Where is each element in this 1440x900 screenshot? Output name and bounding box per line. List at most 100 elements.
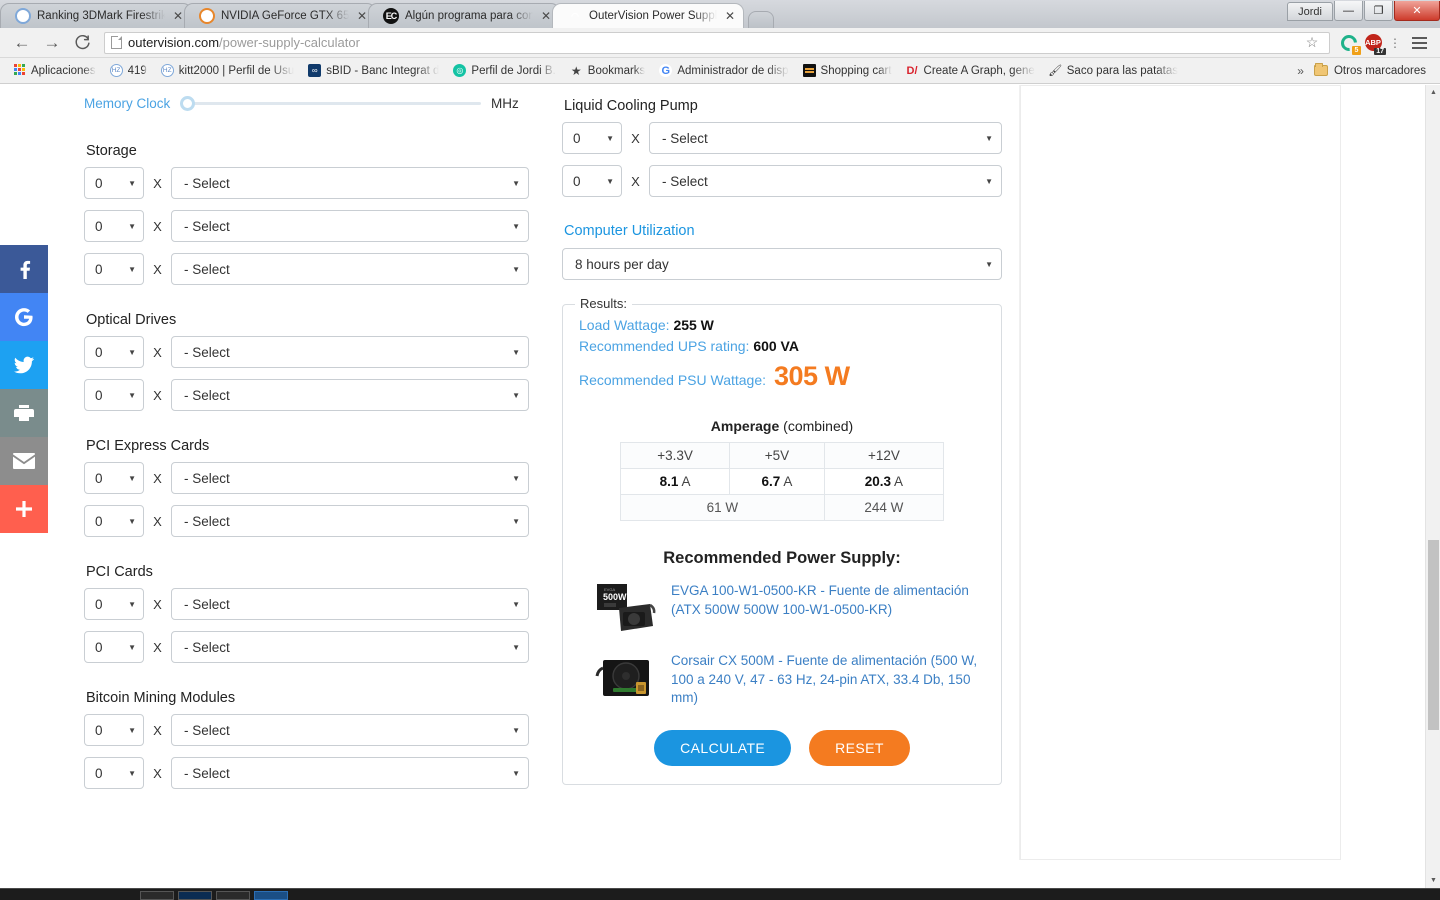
close-icon[interactable]: ✕ — [355, 10, 369, 22]
pump-qty-2[interactable]: 0 ▼ — [562, 165, 622, 197]
bookmark-419[interactable]: HZ 419 — [103, 61, 154, 81]
minimize-button[interactable]: — — [1334, 1, 1363, 21]
bookmark-perfil-jordi[interactable]: ◎ Perfil de Jordi B. — [446, 61, 562, 81]
product-link[interactable]: EVGA 100-W1-0500-KR - Fuente de alimenta… — [671, 582, 985, 619]
browser-tab-1[interactable]: ≡ NVIDIA GeForce GTX 650 ✕ — [184, 3, 376, 28]
slider-handle[interactable] — [180, 95, 196, 111]
qty-value: 0 — [573, 173, 581, 189]
pcie-qty-1[interactable]: 0 ▼ — [84, 462, 144, 494]
results-legend: Results: — [575, 296, 632, 311]
taskbar-item[interactable] — [178, 891, 212, 900]
pcie-select-2[interactable]: - Select ▼ — [171, 505, 529, 537]
pump-qty-1[interactable]: 0 ▼ — [562, 122, 622, 154]
bitcoin-select-1[interactable]: - Select ▼ — [171, 714, 529, 746]
close-window-button[interactable]: ✕ — [1394, 1, 1440, 21]
optical-select-1[interactable]: - Select ▼ — [171, 336, 529, 368]
load-wattage-label: Load Wattage: — [579, 317, 670, 333]
address-bar[interactable]: outervision.com/power-supply-calculator … — [104, 31, 1330, 54]
twitter-share-button[interactable] — [0, 341, 48, 389]
bookmark-shopping-cart[interactable]: Shopping cart — [796, 61, 899, 81]
vertical-scrollbar[interactable]: ▲ ▼ — [1425, 85, 1440, 888]
new-tab-button[interactable] — [748, 11, 774, 28]
taskbar-item[interactable] — [140, 891, 174, 900]
browser-tab-0[interactable]: HZ Ranking 3DMark Firestrike ✕ — [0, 3, 192, 28]
storage-select-1[interactable]: - Select ▼ — [171, 167, 529, 199]
other-bookmarks-folder[interactable]: Otros marcadores — [1313, 63, 1434, 77]
product-link[interactable]: Corsair CX 500M - Fuente de alimentación… — [671, 652, 985, 708]
bookmark-star-icon[interactable]: ☆ — [1301, 34, 1323, 51]
optical-row-2: 0 ▼ X - Select ▼ — [84, 379, 529, 411]
bookmark-saco-patatas[interactable]: 🖌 Saco para las patatas — [1042, 61, 1185, 81]
bookmarks-overflow-icon[interactable]: » — [1287, 64, 1314, 78]
back-icon[interactable]: ← — [8, 30, 36, 56]
chrome-menu-icon[interactable] — [1406, 36, 1432, 49]
bookmark-create-a-graph[interactable]: D/ Create A Graph, gene — [899, 61, 1042, 81]
tab-title: Ranking 3DMark Firestrike — [37, 10, 165, 22]
url-path: /power-supply-calculator — [219, 35, 360, 50]
optical-qty-2[interactable]: 0 ▼ — [84, 379, 144, 411]
pci-select-2[interactable]: - Select ▼ — [171, 631, 529, 663]
optical-row-1: 0 ▼ X - Select ▼ — [84, 336, 529, 368]
maximize-button[interactable]: ❐ — [1364, 1, 1393, 21]
bookmark-apps[interactable]: Aplicaciones — [6, 61, 103, 81]
email-share-button[interactable] — [0, 437, 48, 485]
pci-select-1[interactable]: - Select ▼ — [171, 588, 529, 620]
ghostery-extension-icon[interactable]: 5 — [1337, 31, 1361, 55]
computer-utilization-select[interactable]: 8 hours per day ▼ — [562, 248, 1002, 280]
chevron-down-icon: ▼ — [985, 176, 993, 186]
storage-qty-3[interactable]: 0 ▼ — [84, 253, 144, 285]
reset-button[interactable]: RESET — [809, 730, 910, 766]
bitcoin-select-2[interactable]: - Select ▼ — [171, 757, 529, 789]
other-bookmarks-label: Otros marcadores — [1333, 64, 1426, 77]
optical-qty-1[interactable]: 0 ▼ — [84, 336, 144, 368]
scrollbar-thumb[interactable] — [1428, 540, 1439, 730]
bookmark-kitt2000[interactable]: HZ kitt2000 | Perfil de Usu — [154, 61, 302, 81]
google-share-button[interactable] — [0, 293, 48, 341]
bookmark-label: Administrador de disp — [677, 64, 789, 77]
bookmark-label: 419 — [127, 64, 147, 77]
storage-select-2[interactable]: - Select ▼ — [171, 210, 529, 242]
multiplier-label: X — [153, 175, 162, 191]
print-share-button[interactable] — [0, 389, 48, 437]
corsair-psu-thumb — [595, 652, 657, 708]
amperage-table: +3.3V +5V +12V 8.1 A 6.7 A 20.3 A 61 W 2… — [619, 442, 945, 521]
browser-tab-2[interactable]: EC Algún programa para con ✕ — [368, 3, 560, 28]
bitcoin-qty-1[interactable]: 0 ▼ — [84, 714, 144, 746]
optical-select-2[interactable]: - Select ▼ — [171, 379, 529, 411]
bookmark-sbid[interactable]: ∞ sBID - Banc Integrat d — [301, 61, 446, 81]
close-icon[interactable]: ✕ — [171, 10, 185, 22]
pump-select-2[interactable]: - Select ▼ — [649, 165, 1002, 197]
memory-clock-slider[interactable] — [180, 95, 481, 111]
adblock-plus-extension-icon[interactable]: ABP 17 — [1362, 32, 1386, 55]
pcie-select-1[interactable]: - Select ▼ — [171, 462, 529, 494]
bitcoin-qty-2[interactable]: 0 ▼ — [84, 757, 144, 789]
bookmark-administrador[interactable]: G Administrador de disp — [652, 61, 795, 81]
taskbar-item[interactable] — [216, 891, 250, 900]
close-icon[interactable]: ✕ — [539, 10, 553, 22]
pcie-qty-2[interactable]: 0 ▼ — [84, 505, 144, 537]
storage-qty-2[interactable]: 0 ▼ — [84, 210, 144, 242]
facebook-share-button[interactable] — [0, 245, 48, 293]
bookmark-bookmarks[interactable]: ★ Bookmarks — [563, 61, 653, 81]
chevron-down-icon: ▼ — [606, 176, 614, 186]
scroll-up-icon[interactable]: ▲ — [1426, 85, 1440, 100]
reload-icon[interactable] — [68, 30, 96, 56]
multiplier-label: X — [153, 722, 162, 738]
forward-icon[interactable]: → — [38, 30, 66, 56]
pci-qty-1[interactable]: 0 ▼ — [84, 588, 144, 620]
select-value: - Select — [184, 470, 230, 486]
taskbar-item[interactable] — [254, 891, 288, 900]
extension-overflow-icon[interactable]: ⋮ — [1386, 37, 1404, 49]
pump-select-1[interactable]: - Select ▼ — [649, 122, 1002, 154]
close-icon[interactable]: ✕ — [723, 10, 737, 22]
browser-tab-3-active[interactable]: ◠ OuterVision Power Supply ✕ — [552, 3, 744, 28]
more-share-button[interactable] — [0, 485, 48, 533]
os-taskbar — [0, 888, 1440, 900]
pci-qty-2[interactable]: 0 ▼ — [84, 631, 144, 663]
pcie-row-2: 0 ▼ X - Select ▼ — [84, 505, 529, 537]
calculate-button[interactable]: CALCULATE — [654, 730, 792, 766]
storage-qty-1[interactable]: 0 ▼ — [84, 167, 144, 199]
storage-select-3[interactable]: - Select ▼ — [171, 253, 529, 285]
scroll-down-icon[interactable]: ▼ — [1426, 873, 1440, 888]
user-profile-button[interactable]: Jordi — [1287, 2, 1333, 21]
